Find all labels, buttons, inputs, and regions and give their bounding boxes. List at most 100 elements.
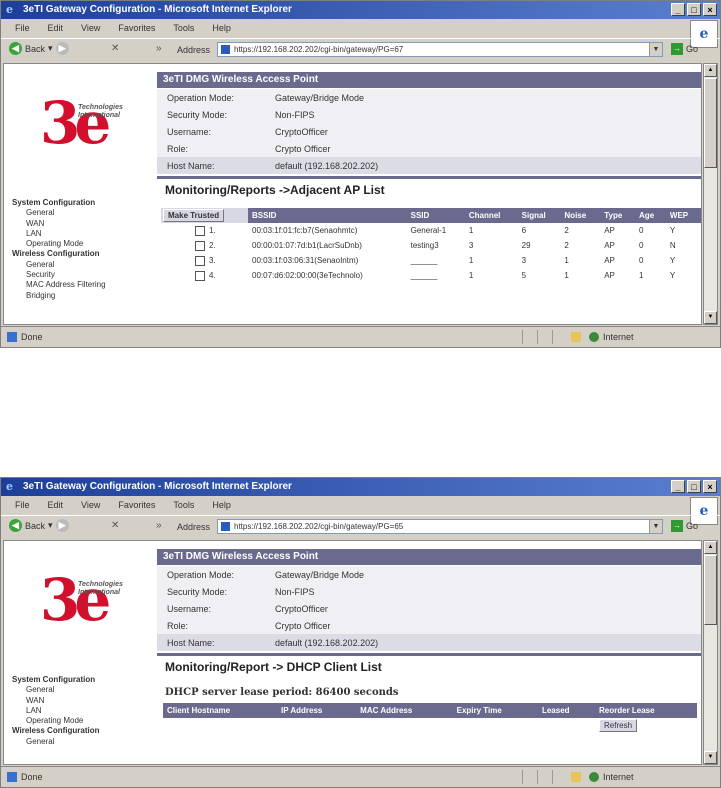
address-dropdown-icon[interactable]: ▼: [649, 520, 662, 533]
row-checkbox[interactable]: [195, 270, 205, 281]
cell-bssid: 00:07:d6:02:00:00(3eTechnolo): [252, 271, 363, 280]
sidebar-item-wan[interactable]: WAN: [12, 219, 106, 229]
row-select-cell: 2.: [161, 238, 248, 253]
go-button[interactable]: → Go: [671, 520, 698, 532]
info-key: Host Name:: [167, 161, 215, 171]
sidebar-group-system-configuration[interactable]: System Configuration: [12, 675, 100, 685]
zone-text: Internet: [603, 332, 634, 342]
make-trusted-button[interactable]: Make Trusted: [163, 209, 225, 222]
main-panel: 3eTI DMG Wireless Access Point Operation…: [157, 64, 701, 324]
page-icon: [221, 45, 230, 54]
status-bar: Done Internet: [1, 766, 720, 787]
scroll-thumb[interactable]: [704, 78, 717, 168]
cell-ssid: General-1: [410, 226, 447, 235]
vertical-scrollbar[interactable]: ▲ ▼: [703, 63, 718, 325]
go-label: Go: [686, 44, 699, 54]
logo-line2: International: [78, 112, 121, 119]
col-ip-address: IP Address: [277, 703, 357, 718]
close-button[interactable]: ×: [703, 3, 717, 16]
row-checkbox[interactable]: [195, 225, 205, 236]
scroll-down-icon[interactable]: ▼: [704, 311, 717, 324]
sidebar: 3e Technologies International System Con…: [4, 541, 154, 764]
cell-noise: 1: [564, 256, 569, 265]
refresh-button[interactable]: Refresh: [599, 719, 638, 732]
back-dropdown-icon[interactable]: ▾: [48, 520, 53, 531]
info-row: Username: CryptoOfficer: [157, 600, 701, 617]
scroll-up-icon[interactable]: ▲: [704, 64, 717, 77]
sidebar-item-wan[interactable]: WAN: [12, 696, 100, 706]
vertical-scrollbar[interactable]: ▲ ▼: [703, 540, 718, 765]
sidebar-item-general[interactable]: General: [12, 685, 100, 695]
go-button[interactable]: → Go: [671, 43, 698, 55]
menu-view[interactable]: View: [81, 500, 100, 510]
menu-favorites[interactable]: Favorites: [118, 500, 155, 510]
minimize-button[interactable]: _: [671, 480, 685, 493]
internet-globe-icon: [589, 332, 599, 342]
cell-signal: 6: [521, 226, 527, 235]
info-row: Username: CryptoOfficer: [157, 123, 701, 140]
minimize-button[interactable]: _: [671, 3, 685, 16]
info-value: CryptoOfficer: [275, 604, 328, 614]
sidebar-group-system-configuration[interactable]: System Configuration: [12, 198, 106, 208]
menu-help[interactable]: Help: [212, 500, 231, 510]
title-bar: e 3eTI Gateway Configuration - Microsoft…: [1, 478, 720, 496]
sidebar-item-mac-filtering[interactable]: MAC Address Filtering: [12, 280, 106, 290]
menu-file[interactable]: File: [15, 500, 30, 510]
status-text: Done: [21, 772, 43, 782]
menu-file[interactable]: File: [15, 23, 30, 33]
sidebar-item-general[interactable]: General: [12, 208, 106, 218]
maximize-button[interactable]: □: [687, 480, 701, 493]
menu-bar: File Edit View Favorites Tools Help: [1, 20, 720, 36]
stop-icon[interactable]: ✕: [111, 520, 119, 531]
menu-tools[interactable]: Tools: [173, 23, 194, 33]
cell-age: 0: [639, 241, 644, 250]
address-url: https://192.168.202.202/cgi-bin/gateway/…: [234, 522, 404, 531]
go-arrow-icon: →: [671, 43, 683, 55]
address-bar[interactable]: https://192.168.202.202/cgi-bin/gateway/…: [217, 42, 663, 57]
status-cell: [537, 770, 552, 784]
stop-icon[interactable]: ✕: [111, 43, 119, 54]
sidebar-item-bridging[interactable]: Bridging: [12, 291, 106, 301]
address-bar[interactable]: https://192.168.202.202/cgi-bin/gateway/…: [217, 519, 663, 534]
title-bar: e 3eTI Gateway Configuration - Microsoft…: [1, 1, 720, 19]
sidebar-item-lan[interactable]: LAN: [12, 706, 100, 716]
back-arrow-icon: ◀: [9, 42, 22, 55]
sidebar-item-wireless-general[interactable]: General: [12, 737, 100, 747]
cell-age: 0: [639, 256, 644, 265]
sidebar-group-wireless-configuration[interactable]: Wireless Configuration: [12, 726, 100, 736]
row-checkbox[interactable]: [195, 255, 205, 266]
scroll-thumb[interactable]: [704, 555, 717, 625]
menu-edit[interactable]: Edit: [48, 500, 64, 510]
cell-wep: N: [669, 241, 676, 250]
menu-tools[interactable]: Tools: [173, 500, 194, 510]
status-done: Done: [1, 772, 522, 782]
cell-channel: 3: [468, 241, 474, 250]
menu-favorites[interactable]: Favorites: [118, 23, 155, 33]
address-dropdown-icon[interactable]: ▼: [649, 43, 662, 56]
row-checkbox[interactable]: [195, 240, 205, 251]
sidebar-item-wireless-general[interactable]: General: [12, 260, 106, 270]
logo-line1: Technologies: [78, 104, 123, 111]
close-button[interactable]: ×: [703, 480, 717, 493]
forward-arrow-icon[interactable]: ▶: [55, 519, 69, 532]
sidebar-item-security[interactable]: Security: [12, 270, 106, 280]
maximize-button[interactable]: □: [687, 3, 701, 16]
sidebar-group-wireless-configuration[interactable]: Wireless Configuration: [12, 249, 106, 259]
scroll-down-icon[interactable]: ▼: [704, 751, 717, 764]
menu-edit[interactable]: Edit: [48, 23, 64, 33]
toolbar-chevron-icon[interactable]: »: [156, 43, 162, 54]
sidebar-item-lan[interactable]: LAN: [12, 229, 106, 239]
scroll-up-icon[interactable]: ▲: [704, 541, 717, 554]
row-select-cell: 3.: [161, 253, 248, 268]
back-dropdown-icon[interactable]: ▾: [48, 43, 53, 54]
sidebar-item-operating-mode[interactable]: Operating Mode: [12, 239, 106, 249]
menu-view[interactable]: View: [81, 23, 100, 33]
back-button[interactable]: ◀ Back ▾ ▶: [9, 42, 69, 55]
menu-help[interactable]: Help: [212, 23, 231, 33]
forward-arrow-icon[interactable]: ▶: [55, 42, 69, 55]
back-button[interactable]: ◀ Back ▾ ▶: [9, 519, 69, 532]
sidebar-item-operating-mode[interactable]: Operating Mode: [12, 716, 100, 726]
toolbar-chevron-icon[interactable]: »: [156, 520, 162, 531]
info-key: Security Mode:: [167, 587, 228, 597]
row-number: 4.: [209, 270, 216, 280]
